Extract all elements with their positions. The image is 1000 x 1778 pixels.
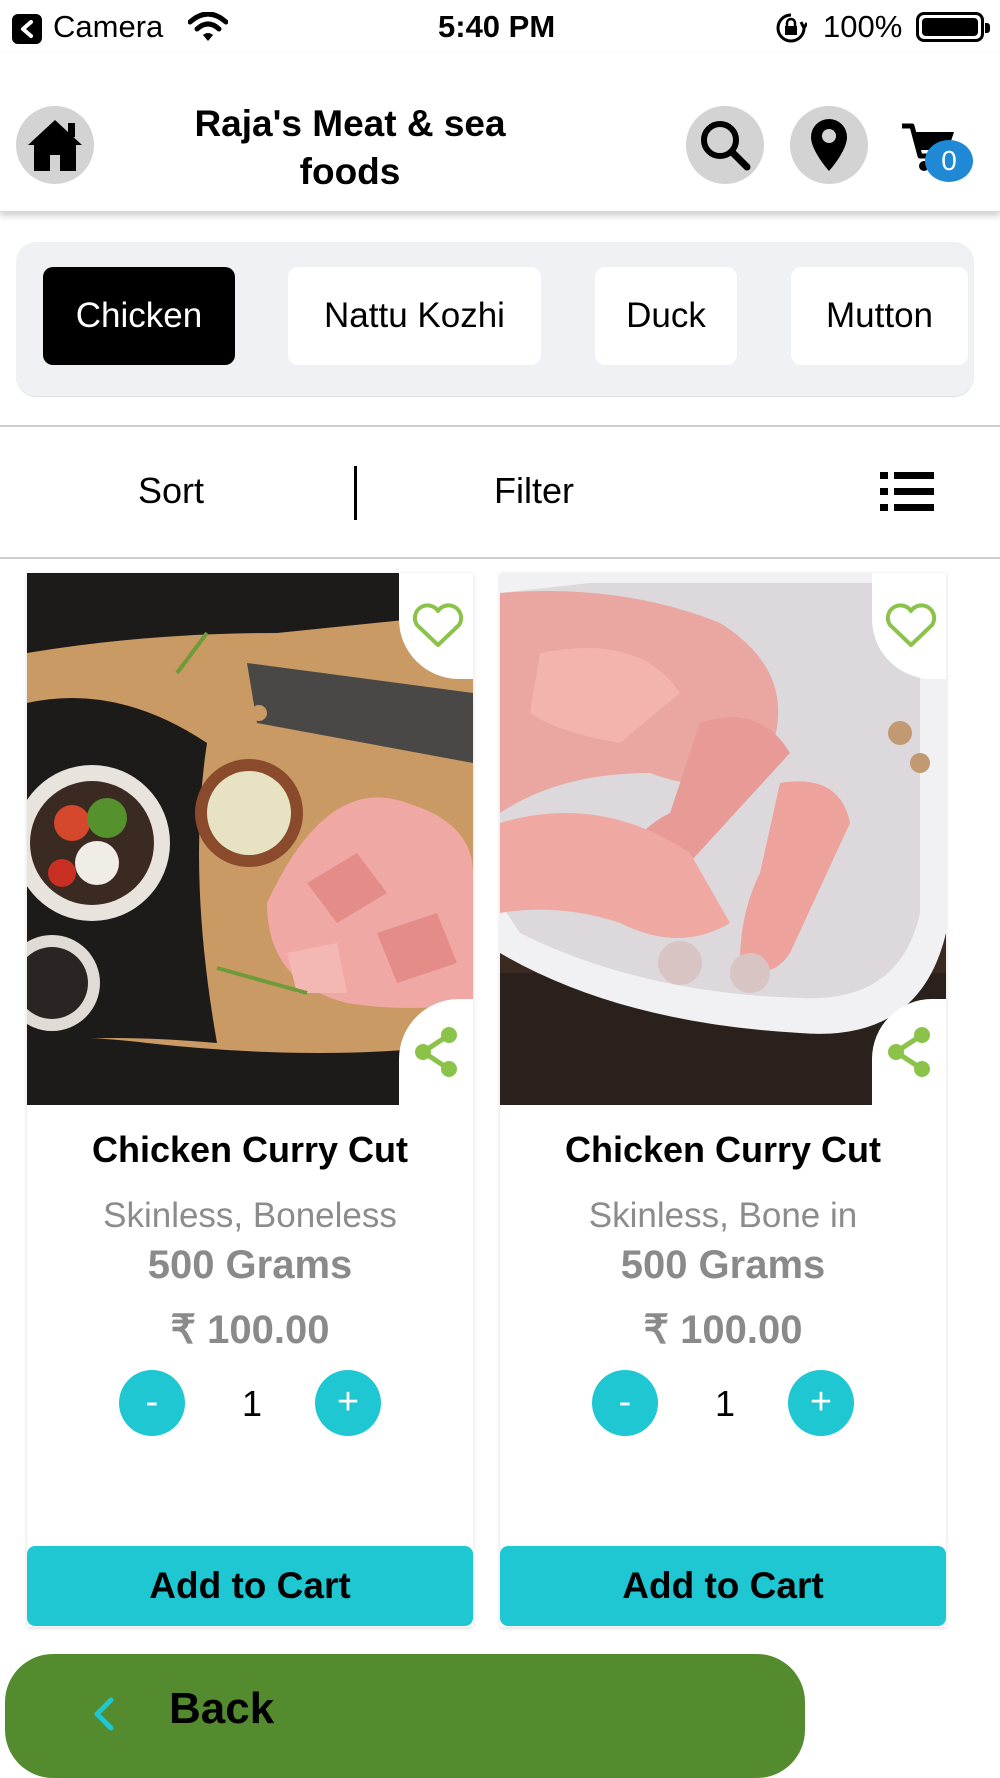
cart-count-badge: 0 [925, 140, 973, 182]
list-view-icon[interactable] [880, 470, 934, 519]
heart-icon [885, 603, 937, 647]
add-to-cart-button[interactable]: Add to Cart [500, 1546, 946, 1626]
product-description: Skinless, Boneless [103, 1196, 397, 1235]
rotation-lock-icon [775, 12, 809, 49]
product-card[interactable]: Chicken Curry Cut Skinless, Bone in 500 … [500, 573, 946, 1627]
product-description: Skinless, Bone in [588, 1196, 858, 1235]
product-price: ₹ 100.00 [643, 1308, 803, 1352]
quantity-value: 1 [714, 1383, 736, 1424]
home-button[interactable] [16, 106, 94, 184]
app-header: Raja's Meat & sea foods 0 [0, 52, 1000, 212]
location-button[interactable] [790, 106, 868, 184]
category-duck[interactable]: Duck [595, 267, 737, 365]
product-name: Chicken Curry Cut [564, 1129, 882, 1170]
wifi-icon [187, 11, 229, 47]
divider [0, 425, 1000, 427]
store-title: Raja's Meat & sea foods [194, 103, 506, 192]
product-card[interactable]: Chicken Curry Cut Skinless, Boneless 500… [27, 573, 473, 1627]
product-image[interactable] [500, 573, 946, 1105]
clock: 5:40 PM [438, 9, 556, 44]
add-to-cart-button[interactable]: Add to Cart [27, 1546, 473, 1626]
category-mutton[interactable]: Mutton [791, 267, 968, 365]
product-price: ₹ 100.00 [170, 1308, 330, 1352]
product-weight: 500 Grams [147, 1243, 353, 1287]
category-bar: Chicken Nattu Kozhi Duck Mutton [16, 242, 974, 397]
chevron-left-icon [94, 1697, 114, 1731]
sort-button[interactable]: Sort [138, 470, 204, 512]
search-button[interactable] [686, 106, 764, 184]
category-chicken[interactable]: Chicken [43, 267, 235, 365]
location-pin-icon [811, 119, 847, 171]
separator [354, 466, 357, 520]
battery-icon [916, 12, 990, 42]
back-button[interactable]: Back [5, 1654, 805, 1778]
quantity-value: 1 [241, 1383, 263, 1424]
sort-filter-bar: Sort Filter [0, 428, 1000, 556]
product-weight: 500 Grams [620, 1243, 826, 1287]
increase-quantity-button[interactable]: + [788, 1370, 854, 1436]
category-nattu-kozhi[interactable]: Nattu Kozhi [288, 267, 541, 365]
share-icon [888, 1027, 930, 1077]
heart-icon [412, 603, 464, 647]
decrease-quantity-button[interactable]: - [119, 1370, 185, 1436]
battery-percent: 100% [823, 9, 903, 44]
decrease-quantity-button[interactable]: - [592, 1370, 658, 1436]
increase-quantity-button[interactable]: + [315, 1370, 381, 1436]
search-icon [701, 121, 751, 171]
divider [0, 557, 1000, 559]
product-name: Chicken Curry Cut [91, 1129, 409, 1170]
back-app-label[interactable]: Camera [53, 9, 163, 45]
status-bar: Camera 5:40 PM 100% [0, 0, 1000, 52]
home-icon [28, 120, 82, 171]
back-to-app-icon[interactable] [12, 14, 42, 44]
filter-button[interactable]: Filter [494, 470, 574, 512]
share-icon [415, 1027, 457, 1077]
back-label: Back [169, 1684, 275, 1733]
product-image[interactable] [27, 573, 473, 1105]
